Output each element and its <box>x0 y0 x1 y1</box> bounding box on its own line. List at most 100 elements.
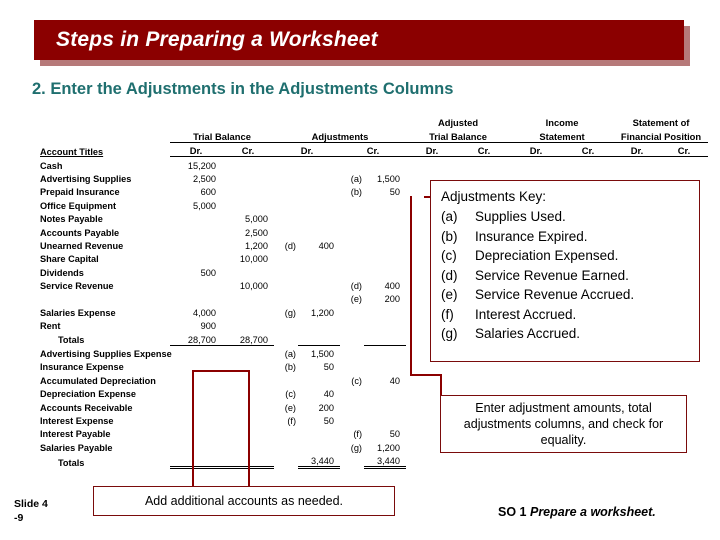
note-box-text: Enter adjustment amounts, total adjustme… <box>463 401 664 447</box>
row-tb-cr <box>222 304 274 317</box>
row-adj-dr-tag <box>274 278 298 291</box>
row-account-title: Totals <box>58 335 85 346</box>
row-adj-dr-tag <box>274 157 298 171</box>
row-adj-dr <box>298 331 340 346</box>
row-adj-dr: 50 <box>323 415 334 426</box>
row-account-title: Totals <box>58 457 85 468</box>
row-adj-cr-tag <box>340 224 364 237</box>
adjustments-key-text: Service Revenue Earned. <box>475 267 629 283</box>
group-header-income-statement: Statement <box>510 128 615 143</box>
row-adj-cr-tag: (a) <box>350 173 362 184</box>
group-header-income: Income <box>545 117 579 129</box>
row-sfp-cr <box>660 372 708 385</box>
column-header-tb-cr: Cr. <box>222 142 274 158</box>
row-tb-cr <box>222 318 274 331</box>
row-adj-dr: 3,440 <box>298 452 340 470</box>
row-adj-cr <box>364 157 406 171</box>
adjustments-key-title: Adjustments Key: <box>441 189 547 204</box>
group-header-financial-position: Financial Position <box>614 128 709 143</box>
adjustments-key-label: (c) <box>441 248 457 263</box>
row-adj-cr-tag <box>340 386 364 399</box>
row-tb-cr <box>222 264 274 277</box>
row-is-dr <box>510 157 562 171</box>
row-adj-cr: 3,440 <box>364 452 406 470</box>
row-sfp-dr <box>614 453 660 468</box>
row-tb-cr: 10,000 <box>239 254 268 265</box>
row-adj-dr <box>298 372 340 385</box>
row-tb-dr <box>170 224 222 237</box>
row-account-title: Service Revenue <box>40 281 114 292</box>
row-is-dr <box>510 372 562 385</box>
column-header-is-dr: Dr. <box>510 142 563 158</box>
row-adj-dr-tag: (c) <box>285 389 296 400</box>
page-title: Steps in Preparing a Worksheet <box>56 28 378 51</box>
row-adj-dr-tag <box>274 453 298 468</box>
row-account-title: Notes Payable <box>40 214 103 225</box>
row-atb-dr <box>406 157 458 171</box>
learning-objective: SO 1 Prepare a worksheet. <box>498 505 656 519</box>
row-adj-cr-tag <box>340 238 364 251</box>
column-header-tb-dr: Dr. <box>170 142 222 158</box>
row-tb-dr: 900 <box>200 321 216 332</box>
row-adj-dr <box>298 318 340 331</box>
row-adj-cr: 400 <box>384 281 400 292</box>
row-adj-cr: 1,500 <box>377 173 400 184</box>
row-adj-cr-tag <box>340 304 364 317</box>
row-adj-cr-tag <box>340 197 364 210</box>
row-account-title: Dividends <box>40 267 84 278</box>
connector-key-vert <box>410 196 412 376</box>
connector-add-vert2 <box>248 370 250 490</box>
row-adj-dr <box>298 439 340 452</box>
row-adj-dr-tag <box>274 184 298 197</box>
row-adj-cr-tag <box>340 211 364 224</box>
row-adj-dr: 1,500 <box>311 349 334 360</box>
adjustments-key-item: (c) Depreciation Expensed. <box>431 246 699 266</box>
row-tb-dr <box>170 238 222 251</box>
row-account-title: Rent <box>40 321 61 332</box>
row-account-title: Depreciation Expense <box>40 389 136 400</box>
row-account-title: Accumulated Depreciation <box>40 375 156 386</box>
column-header-is-cr: Cr. <box>562 142 615 158</box>
adjustments-key-text: Supplies Used. <box>475 209 566 224</box>
row-sfp-dr <box>614 372 660 385</box>
row-tb-cr <box>222 291 274 304</box>
adjustments-key-item: (g) Salaries Accrued. <box>431 324 699 344</box>
row-tb-dr <box>170 291 222 304</box>
row-adj-dr-tag: (d) <box>284 240 296 251</box>
adjustments-key-label: (b) <box>441 228 458 244</box>
row-adj-dr-tag <box>274 291 298 304</box>
adjustments-key-text: Interest Accrued. <box>475 306 577 322</box>
note-box: Enter adjustment amounts, total adjustme… <box>440 395 687 453</box>
slide-number-sub: -9 <box>14 512 24 524</box>
row-adj-dr <box>298 197 340 210</box>
row-adj-dr <box>298 264 340 277</box>
row-tb-dr <box>170 386 222 399</box>
row-adj-cr-tag <box>340 331 364 345</box>
row-tb-dr <box>170 399 222 412</box>
row-adj-dr-tag <box>274 197 298 210</box>
table-row: Cash 15,200 <box>18 157 708 171</box>
row-sfp-dr <box>614 157 660 171</box>
table-row: Totals 3,440 3,440 <box>18 452 708 470</box>
row-adj-cr <box>364 359 406 372</box>
row-tb-dr <box>170 278 222 291</box>
row-adj-cr: 50 <box>389 429 400 440</box>
row-tb-dr <box>170 439 222 452</box>
row-tb-dr: 15,200 <box>187 160 216 171</box>
column-header-atb-dr: Dr. <box>406 142 458 158</box>
row-adj-dr <box>298 251 340 264</box>
connector-add-top <box>192 370 250 372</box>
row-sfp-cr <box>660 157 708 171</box>
row-account-title: Advertising Supplies Expense <box>40 349 172 360</box>
row-adj-dr: 200 <box>318 402 334 413</box>
row-adj-cr-tag: (f) <box>353 429 362 440</box>
row-adj-dr-tag <box>274 331 298 345</box>
subtitle: 2. Enter the Adjustments in the Adjustme… <box>32 80 454 98</box>
row-adj-cr <box>364 413 406 426</box>
column-header-sfp-dr: Dr. <box>614 142 661 158</box>
row-adj-dr-tag: (a) <box>284 349 296 360</box>
row-tb-dr <box>170 251 222 264</box>
row-tb-dr: 2,500 <box>193 173 216 184</box>
row-adj-cr-tag: (b) <box>350 187 362 198</box>
column-header-row: Account Titles Dr. Cr. Dr. Cr. Dr. Cr. D… <box>18 142 709 158</box>
